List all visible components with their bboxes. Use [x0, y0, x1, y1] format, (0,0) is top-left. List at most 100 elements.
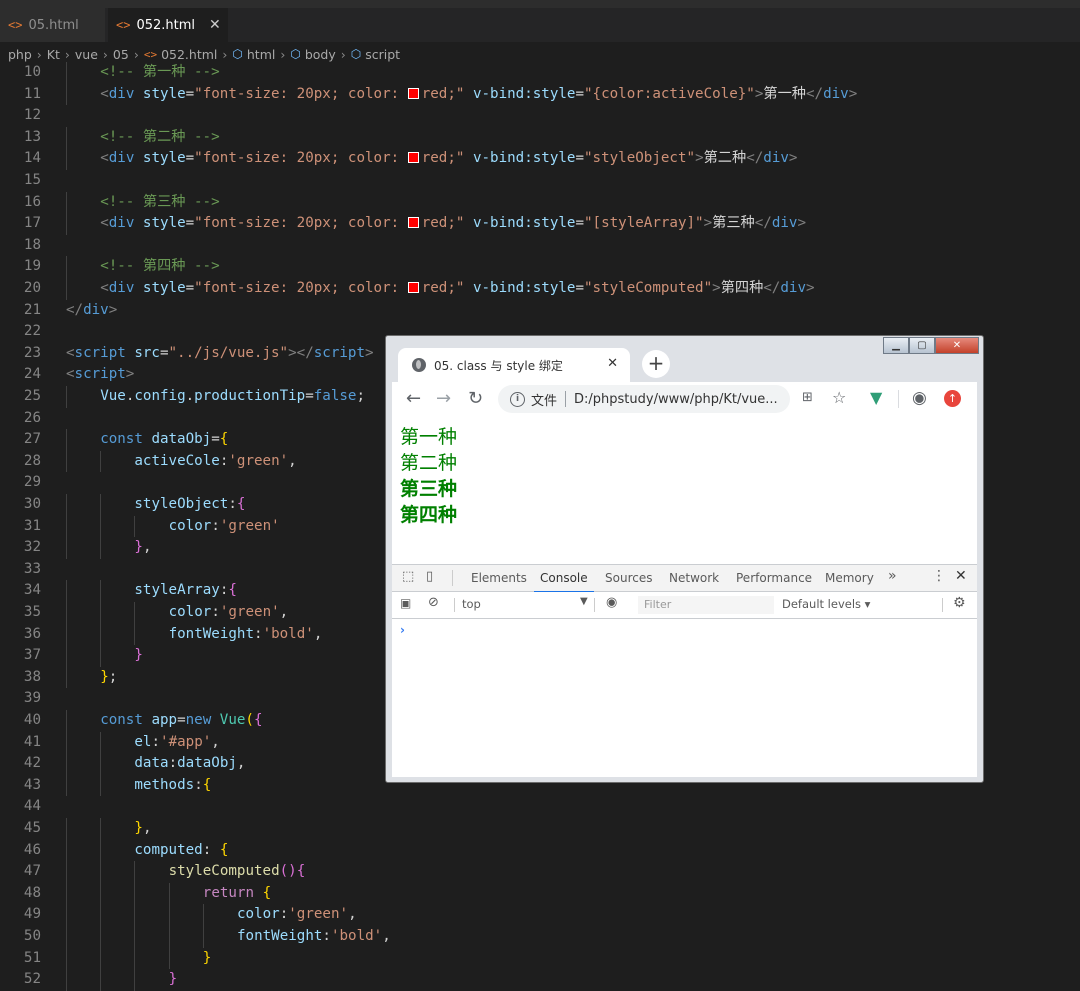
- code-token: v-bind:style: [464, 280, 576, 296]
- code-text: }: [134, 645, 143, 667]
- close-icon[interactable]: ✕: [607, 356, 618, 371]
- code-line[interactable]: 44: [0, 796, 1080, 818]
- breadcrumb-item[interactable]: Kt: [47, 47, 60, 62]
- code-line[interactable]: 49 color:'green',: [0, 904, 1080, 926]
- tab-052-html[interactable]: <> 052.html ✕: [108, 8, 228, 42]
- gear-icon[interactable]: ⚙: [953, 595, 966, 611]
- code-line[interactable]: 17 <div style="font-size: 20px; color: re…: [0, 213, 1080, 235]
- code-token: dataObj: [177, 755, 237, 772]
- code-line[interactable]: 13 <!-- 第二种 -->: [0, 126, 1080, 149]
- code-line[interactable]: 12: [0, 105, 1080, 127]
- code-token: {: [296, 863, 306, 880]
- breadcrumb-item[interactable]: php: [8, 47, 32, 62]
- maximize-button[interactable]: ▢: [909, 337, 935, 354]
- breadcrumb-item[interactable]: script: [365, 47, 400, 62]
- line-number: 30: [23, 496, 41, 512]
- indent-guide: [66, 882, 67, 905]
- code-text: color:'green': [169, 516, 280, 538]
- reload-icon[interactable]: ↻: [468, 388, 483, 409]
- tab-performance[interactable]: Performance: [736, 571, 812, 585]
- more-tabs-icon[interactable]: »: [888, 568, 897, 584]
- code-token: 第四种: [720, 280, 764, 296]
- tab-memory[interactable]: Memory: [825, 571, 874, 585]
- code-line[interactable]: 19 <!-- 第四种 -->: [0, 256, 1080, 278]
- color-swatch[interactable]: [407, 87, 419, 99]
- line-number: 17: [23, 215, 41, 232]
- devtools-panel: ⬚ ▯ Elements Console Sources Network Per…: [392, 564, 977, 777]
- device-toolbar-icon[interactable]: ▯: [426, 569, 433, 584]
- code-token: ,: [382, 928, 391, 944]
- breadcrumb-item[interactable]: 05: [113, 47, 129, 62]
- minimize-button[interactable]: ▁: [883, 337, 909, 354]
- breadcrumb-item[interactable]: html: [247, 47, 275, 62]
- address-bar[interactable]: i 文件 D:/phpstudy/www/php/Kt/vue...: [498, 385, 790, 413]
- cube-icon: ⬡: [232, 47, 243, 61]
- vue-devtools-icon[interactable]: ▼: [870, 388, 882, 407]
- code-line[interactable]: 21 </div>: [0, 300, 1080, 322]
- code-token: <: [100, 85, 109, 102]
- breadcrumb-item[interactable]: 052.html: [161, 47, 217, 62]
- indent-guide: [100, 494, 102, 516]
- code-line[interactable]: 46 computed: {: [0, 839, 1080, 862]
- clear-console-icon[interactable]: ⊘: [428, 595, 439, 610]
- tab-elements[interactable]: Elements: [471, 571, 527, 585]
- tab-console[interactable]: Console: [534, 571, 594, 593]
- code-line[interactable]: 47 styleComputed(){: [0, 861, 1080, 883]
- code-token: }: [134, 539, 143, 556]
- indent-guide: [66, 256, 67, 278]
- code-token: "font-size: 20px; color:: [194, 150, 408, 167]
- color-swatch[interactable]: [407, 217, 419, 229]
- address-label: 文件: [531, 393, 558, 409]
- indent-guide: [66, 148, 67, 170]
- code-line[interactable]: 10 <!-- 第一种 -->: [0, 62, 1080, 84]
- code-token: 第一种: [763, 85, 806, 102]
- code-line[interactable]: 20 <div style="font-size: 20px; color: re…: [0, 278, 1080, 300]
- browser-tab[interactable]: 05. class 与 style 绑定 ✕: [398, 348, 630, 382]
- code-line[interactable]: 11 <div style="font-size: 20px; color: re…: [0, 83, 1080, 106]
- back-icon[interactable]: ←: [406, 388, 421, 409]
- code-line[interactable]: 51}: [0, 947, 1080, 970]
- code-token: <!-- 第二种 -->: [100, 128, 220, 145]
- code-token: activeCole: [134, 452, 220, 469]
- info-icon[interactable]: i: [510, 391, 525, 407]
- tab-sources[interactable]: Sources: [605, 571, 652, 585]
- code-line[interactable]: 45},: [0, 818, 1080, 840]
- code-line[interactable]: 14 <div style="font-size: 20px; color: re…: [0, 148, 1080, 170]
- code-line[interactable]: 50 fontWeight:'bold',: [0, 926, 1080, 948]
- log-levels-select[interactable]: Default levels ▾: [782, 597, 870, 611]
- window-close-button[interactable]: ✕: [935, 337, 979, 354]
- code-line[interactable]: 48 return {: [0, 882, 1080, 905]
- close-devtools-icon[interactable]: ✕: [955, 568, 967, 584]
- code-token: <: [100, 215, 109, 232]
- account-icon[interactable]: ◉: [912, 388, 927, 408]
- code-token: >: [703, 215, 713, 232]
- sidebar-toggle-icon[interactable]: ▣: [400, 596, 411, 610]
- color-swatch[interactable]: [407, 282, 419, 293]
- kebab-menu-icon[interactable]: ⋮: [932, 568, 946, 584]
- tab-network[interactable]: Network: [669, 571, 719, 585]
- update-icon[interactable]: ↑: [944, 390, 961, 407]
- star-icon[interactable]: ☆: [832, 388, 846, 407]
- forward-icon[interactable]: →: [436, 388, 451, 409]
- inspect-icon[interactable]: ⬚: [402, 569, 414, 584]
- context-select[interactable]: top: [462, 597, 481, 611]
- code-line[interactable]: 16 <!-- 第三种 -->: [0, 191, 1080, 214]
- new-tab-button[interactable]: +: [642, 350, 670, 378]
- console-prompt[interactable]: ›: [400, 623, 405, 637]
- code-line[interactable]: 18: [0, 235, 1080, 257]
- code-text: </div>: [66, 300, 117, 322]
- breadcrumb-item[interactable]: vue: [75, 47, 98, 62]
- code-text: fontWeight:'bold',: [237, 926, 391, 948]
- close-icon[interactable]: ✕: [209, 17, 221, 33]
- translate-icon[interactable]: ⊞: [802, 390, 813, 405]
- indent-guide: [100, 882, 102, 905]
- color-swatch[interactable]: [407, 152, 419, 164]
- breadcrumb-item[interactable]: body: [305, 47, 336, 62]
- code-token: computed: [134, 841, 203, 858]
- eye-icon[interactable]: ◉: [606, 595, 617, 610]
- filter-input[interactable]: Filter: [638, 596, 774, 614]
- title-strip: [0, 0, 1080, 8]
- code-token: div: [108, 280, 135, 296]
- code-line[interactable]: 15: [0, 170, 1080, 192]
- tab-05-html[interactable]: <> 05.html: [0, 8, 105, 42]
